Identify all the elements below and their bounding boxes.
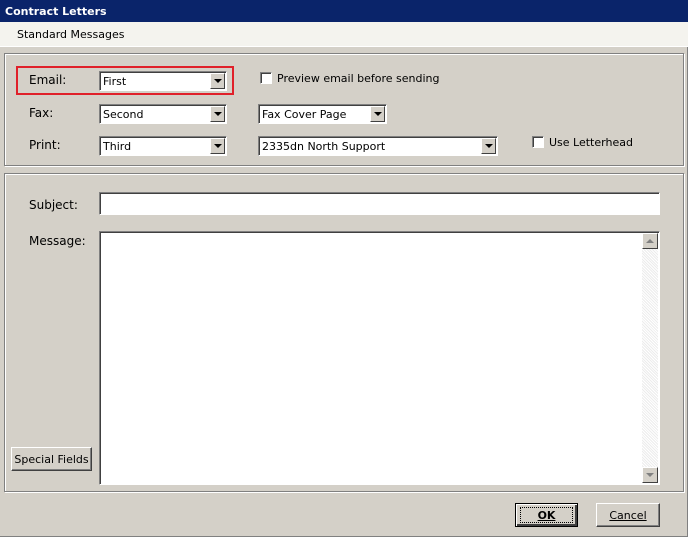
message-textarea[interactable] (99, 231, 660, 485)
message-scrollbar[interactable] (642, 233, 658, 483)
cancel-button[interactable]: Cancel (596, 503, 660, 527)
window-title-bar[interactable]: Contract Letters (0, 0, 688, 22)
chevron-down-icon[interactable] (210, 106, 225, 122)
preview-email-checkbox[interactable] (260, 72, 272, 84)
chevron-down-icon[interactable] (210, 138, 225, 154)
email-label: Email: (29, 73, 67, 87)
window-title: Contract Letters (5, 5, 107, 18)
subject-input[interactable] (99, 192, 660, 215)
fax-select-value: Second (103, 108, 144, 121)
chevron-down-icon[interactable] (481, 138, 496, 154)
print-select[interactable]: Third (99, 136, 227, 156)
special-fields-button[interactable]: Special Fields (11, 447, 92, 471)
message-label: Message: (29, 234, 86, 248)
email-select[interactable]: First (99, 71, 227, 91)
printer-select-value: 2335dn North Support (262, 140, 386, 153)
fax-template-select[interactable]: Fax Cover Page (258, 104, 387, 124)
ok-button[interactable]: OK (515, 503, 578, 527)
subject-label: Subject: (29, 198, 78, 212)
contract-letters-window: Contract Letters Standard Messages Email… (0, 0, 688, 537)
email-select-value: First (103, 75, 127, 88)
menu-item-standard-messages[interactable]: Standard Messages (17, 28, 124, 41)
fax-label: Fax: (29, 106, 54, 120)
scroll-up-icon[interactable] (642, 233, 658, 249)
preview-email-label[interactable]: Preview email before sending (277, 72, 440, 85)
fax-select[interactable]: Second (99, 104, 227, 124)
print-label: Print: (29, 138, 61, 152)
print-select-value: Third (103, 140, 132, 153)
scroll-down-icon[interactable] (642, 467, 658, 483)
fax-template-value: Fax Cover Page (262, 108, 347, 121)
use-letterhead-checkbox[interactable] (532, 136, 544, 148)
menu-bar: Standard Messages (0, 22, 688, 47)
printer-select[interactable]: 2335dn North Support (258, 136, 498, 156)
chevron-down-icon[interactable] (370, 106, 385, 122)
use-letterhead-label[interactable]: Use Letterhead (549, 136, 633, 149)
chevron-down-icon[interactable] (210, 73, 225, 89)
